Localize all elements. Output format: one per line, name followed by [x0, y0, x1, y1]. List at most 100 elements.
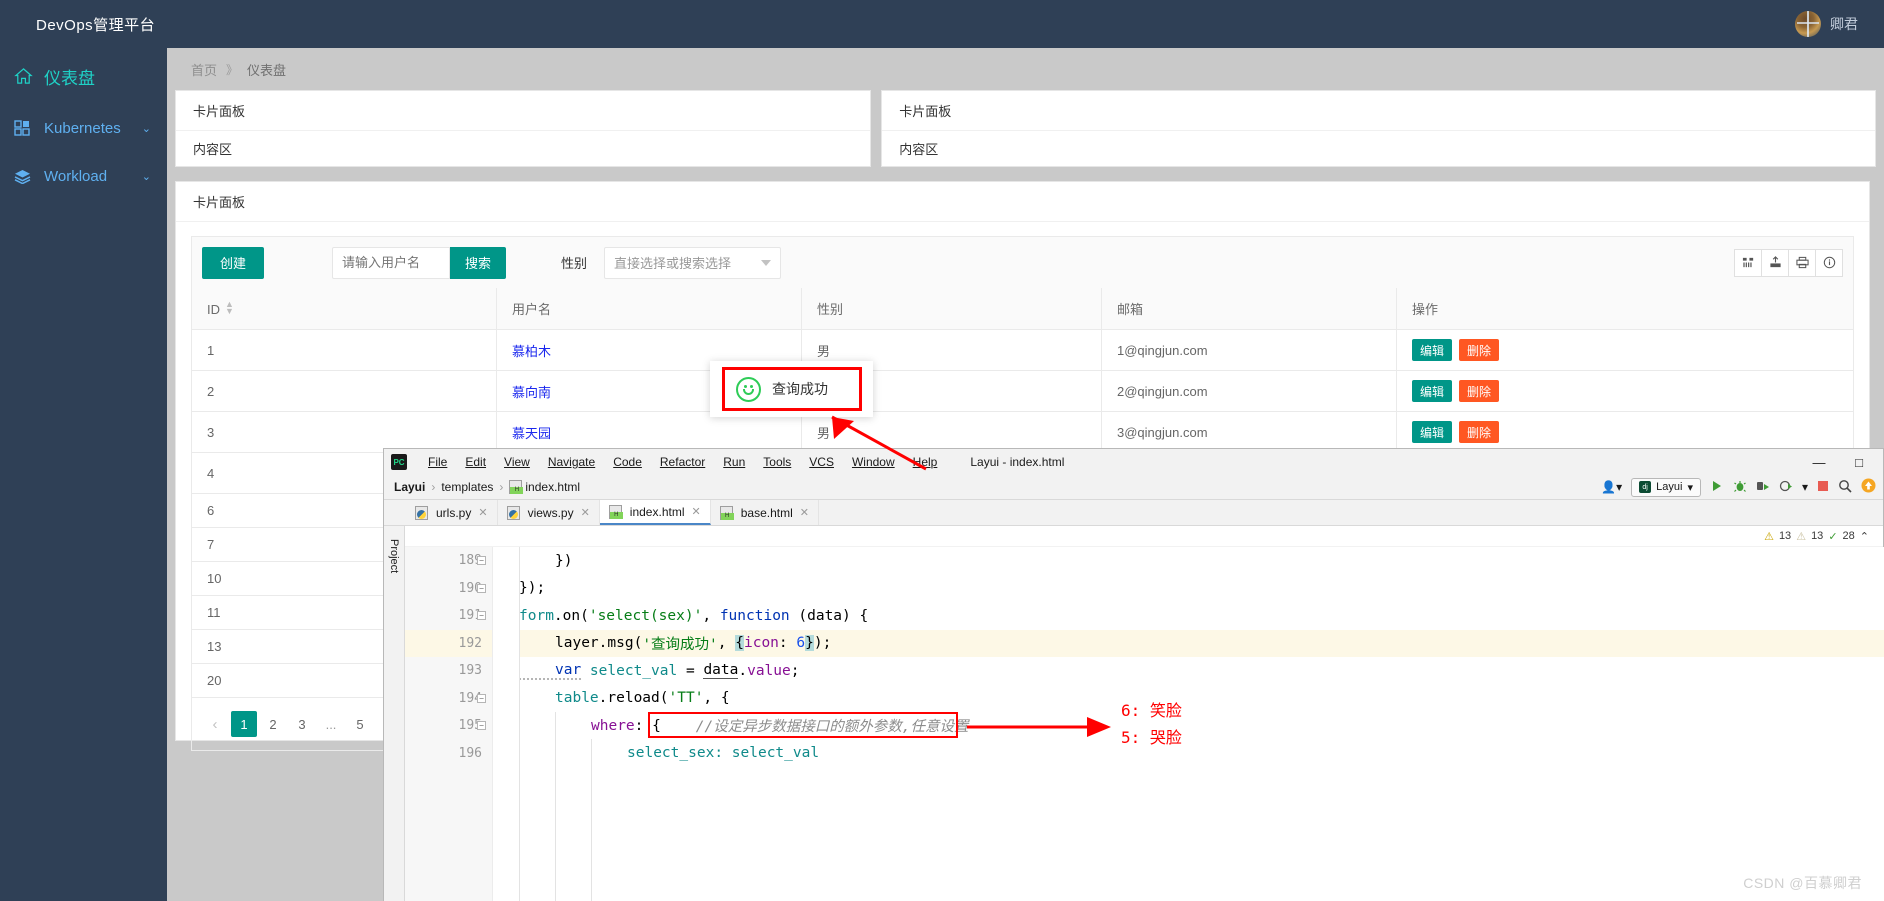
html-file-icon	[608, 504, 623, 519]
fold-icon[interactable]: −	[477, 556, 486, 566]
menu-code[interactable]: Code	[604, 455, 651, 469]
python-file-icon	[415, 505, 428, 520]
maximize-icon[interactable]: □	[1839, 449, 1879, 475]
cell-id: 1	[191, 329, 497, 371]
col-label: ID	[207, 301, 220, 317]
tab-urls-py[interactable]: urls.py ✕	[406, 500, 498, 525]
run-configuration-selector[interactable]: dj Layui ▾	[1631, 477, 1701, 497]
col-header-id[interactable]: ID ▲ ▼	[191, 288, 497, 330]
navbar-project[interactable]: Layui	[394, 480, 425, 494]
create-button[interactable]: 创建	[202, 246, 265, 279]
fold-icon[interactable]: −	[477, 721, 486, 731]
menu-navigate[interactable]: Navigate	[539, 455, 604, 469]
menu-file[interactable]: File	[419, 455, 456, 469]
table-row[interactable]: 3 慕天园 男 3@qingjun.com 编辑 删除	[191, 411, 1854, 453]
chevron-down-icon[interactable]: ▾	[1802, 480, 1808, 494]
stop-icon[interactable]	[1817, 480, 1829, 495]
minimize-icon[interactable]: —	[1799, 449, 1839, 475]
search-box: 搜索	[332, 246, 507, 279]
edit-button[interactable]: 编辑	[1412, 339, 1453, 361]
close-icon[interactable]: ✕	[581, 506, 590, 519]
menu-view[interactable]: View	[495, 455, 539, 469]
fold-icon[interactable]: −	[477, 611, 486, 621]
pagination-prev[interactable]: ‹	[202, 711, 228, 737]
tab-label: urls.py	[436, 505, 472, 520]
pagination-page-2[interactable]: 2	[260, 711, 286, 737]
line-number: 189−	[405, 547, 492, 575]
pagination-page-5[interactable]: 5	[347, 711, 373, 737]
menu-tools[interactable]: Tools	[754, 455, 800, 469]
username-link[interactable]: 慕天园	[512, 426, 551, 441]
update-icon[interactable]	[1861, 478, 1876, 496]
info-icon[interactable]	[1815, 248, 1843, 277]
pagination-page-3[interactable]: 3	[289, 711, 315, 737]
warning-count: 13	[1778, 530, 1792, 542]
close-icon[interactable]: ✕	[800, 506, 809, 519]
header-user-menu[interactable]: 卿君	[1795, 11, 1884, 37]
debug-icon[interactable]	[1733, 479, 1747, 496]
search-input[interactable]	[332, 246, 451, 279]
code-line-192: layer .msg('查询成功', {icon: 6});	[519, 629, 1884, 657]
fold-icon[interactable]: −	[477, 583, 486, 593]
line-number: 193	[458, 663, 482, 679]
fold-icon[interactable]: −	[477, 693, 486, 703]
chevron-up-icon[interactable]: ⌃	[1860, 530, 1869, 543]
breadcrumb-home[interactable]: 首页	[191, 60, 217, 79]
inspection-status[interactable]: ⚠ 13 ⚠ 13 ✓ 28 ⌃	[384, 526, 1883, 546]
ide-editor-tabs: urls.py ✕ views.py ✕ index.html ✕ base.h…	[384, 500, 1883, 526]
table-row[interactable]: 1 慕柏木 男 1@qingjun.com 编辑 删除	[191, 329, 1854, 371]
table-row[interactable]: 2 慕向南 男 2@qingjun.com 编辑删除	[191, 370, 1854, 412]
close-icon[interactable]: ✕	[692, 505, 701, 518]
menu-run[interactable]: Run	[714, 455, 754, 469]
navbar-file[interactable]: index.html	[509, 480, 580, 495]
edit-button[interactable]: 编辑	[1412, 421, 1453, 443]
menu-refactor[interactable]: Refactor	[651, 455, 714, 469]
tab-index-html[interactable]: index.html ✕	[599, 500, 711, 525]
tab-views-py[interactable]: views.py ✕	[498, 500, 600, 525]
close-icon[interactable]: ✕	[478, 506, 487, 519]
search-icon[interactable]	[1838, 479, 1852, 496]
columns-icon[interactable]	[1734, 248, 1762, 277]
tab-base-html[interactable]: base.html ✕	[711, 500, 819, 525]
app-header: DevOps管理平台 卿君	[0, 0, 1884, 48]
ide-window-title: Layui - index.html	[970, 455, 1065, 469]
pycharm-icon: PC	[391, 454, 407, 470]
watermark: CSDN @百慕卿君	[1743, 875, 1862, 891]
menu-edit[interactable]: Edit	[456, 455, 495, 469]
app-logo[interactable]: DevOps管理平台	[0, 0, 200, 48]
pagination-page-1[interactable]: 1	[231, 711, 257, 737]
username-link[interactable]: 慕向南	[512, 385, 551, 400]
delete-button[interactable]: 删除	[1459, 380, 1500, 402]
col-header-username: 用户名	[496, 288, 802, 330]
sidebar-item-label: Workload	[44, 167, 108, 185]
weak-warning-count: 13	[1811, 530, 1824, 542]
tab-label: index.html	[629, 504, 685, 519]
edit-button[interactable]: 编辑	[1412, 380, 1453, 402]
sidebar-item-dashboard[interactable]: 仪表盘	[0, 48, 167, 104]
delete-button[interactable]: 删除	[1459, 339, 1500, 361]
sort-icon[interactable]: ▲ ▼	[225, 299, 234, 315]
print-icon[interactable]	[1788, 248, 1816, 277]
html-file-icon	[719, 505, 734, 520]
code-text[interactable]: }) }); form .on('select(sex)', function (…	[493, 547, 1884, 901]
pagination-ellipsis: ...	[325, 716, 337, 732]
toast-message: 查询成功	[772, 381, 828, 397]
user-name: 卿君	[1830, 16, 1858, 32]
project-tool-label: Project	[388, 539, 400, 574]
sidebar-item-kubernetes[interactable]: Kubernetes ⌄	[0, 104, 167, 152]
username-link[interactable]: 慕柏木	[512, 344, 551, 359]
coverage-icon[interactable]	[1756, 479, 1770, 496]
chevron-down-icon: ▾	[1687, 481, 1693, 494]
navbar-folder[interactable]: templates	[441, 480, 493, 494]
profile-icon[interactable]	[1779, 479, 1793, 496]
search-button[interactable]: 搜索	[450, 246, 507, 279]
run-icon[interactable]	[1710, 479, 1724, 496]
user-icon[interactable]: 👤▾	[1601, 480, 1622, 494]
project-tool-strip[interactable]: Project	[384, 526, 405, 901]
delete-button[interactable]: 删除	[1459, 421, 1500, 443]
code-editor[interactable]: 189− 190− 191− 192 193 194− 195− 196 }) …	[405, 547, 1884, 901]
export-icon[interactable]	[1761, 248, 1789, 277]
sex-select[interactable]: 直接选择或搜索选择	[604, 246, 782, 279]
sidebar-item-workload[interactable]: Workload ⌄	[0, 152, 167, 200]
code-line-195: where: { //设定异步数据接口的额外参数,任意设置	[591, 717, 969, 736]
